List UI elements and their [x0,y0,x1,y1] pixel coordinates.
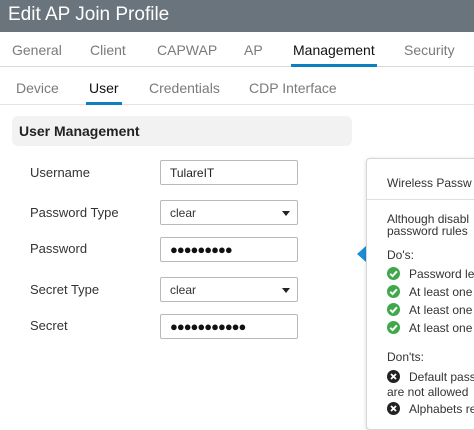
secret-type-value: clear [170,283,197,297]
tooltip-pointer [357,246,366,262]
username-value: TulareIT [170,166,215,180]
dont-text-line2: are not allowed [387,385,469,399]
section-title: User Management [19,123,140,139]
tooltip-title: Wireless Passw [387,176,472,190]
password-rules-tooltip: Wireless Passw Although disabl password … [366,158,474,430]
checkmark-icon [387,321,400,334]
tooltip-intro-line2: password rules [387,224,468,238]
x-circle-icon [387,402,400,415]
dialog-titlebar: Edit AP Join Profile [0,0,474,32]
secret-label: Secret [30,318,68,333]
secret-value: ●●●●●●●●●●● [170,319,246,334]
chevron-down-icon [282,288,290,293]
donts-heading: Don'ts: [387,350,424,364]
tab-security[interactable]: Security [404,42,455,58]
do-text: At least one [409,321,473,335]
subtab-cdp-interface[interactable]: CDP Interface [249,80,337,96]
section-header: User Management [12,116,352,146]
tooltip-divider [367,199,474,200]
checkmark-icon [387,303,400,316]
password-type-select[interactable]: clear [160,200,298,225]
checkmark-icon [387,267,400,280]
tab-ap[interactable]: AP [244,42,263,58]
subtab-credentials[interactable]: Credentials [149,80,220,96]
tab-management[interactable]: Management [291,42,377,67]
subtab-user[interactable]: User [86,80,122,105]
password-label: Password [30,241,88,256]
username-input[interactable]: TulareIT [160,160,298,185]
do-text: At least one [409,303,473,317]
username-label: Username [30,165,90,180]
password-type-value: clear [170,206,197,220]
dont-text-line1: Alphabets re [409,402,474,416]
main-tab-bar: General Client CAPWAP AP Management Secu… [0,32,474,67]
password-type-label: Password Type [30,205,119,220]
dos-heading: Do's: [387,248,414,262]
subtab-device[interactable]: Device [16,80,59,96]
password-input[interactable]: ●●●●●●●●● [160,237,298,262]
tab-client[interactable]: Client [90,42,126,58]
chevron-down-icon [282,211,290,216]
x-circle-icon [387,370,400,383]
sub-tab-bar: Device User Credentials CDP Interface [0,66,474,105]
checkmark-icon [387,285,400,298]
dialog-title: Edit AP Join Profile [8,4,170,25]
secret-type-select[interactable]: clear [160,277,298,302]
do-text: At least one [409,285,473,299]
do-text: Password le [409,267,474,281]
tab-capwap[interactable]: CAPWAP [157,42,217,58]
secret-type-label: Secret Type [30,282,100,297]
tab-general[interactable]: General [12,42,62,58]
password-value: ●●●●●●●●● [170,242,233,257]
dont-text-line1: Default passw [409,370,474,384]
secret-input[interactable]: ●●●●●●●●●●● [160,314,298,339]
